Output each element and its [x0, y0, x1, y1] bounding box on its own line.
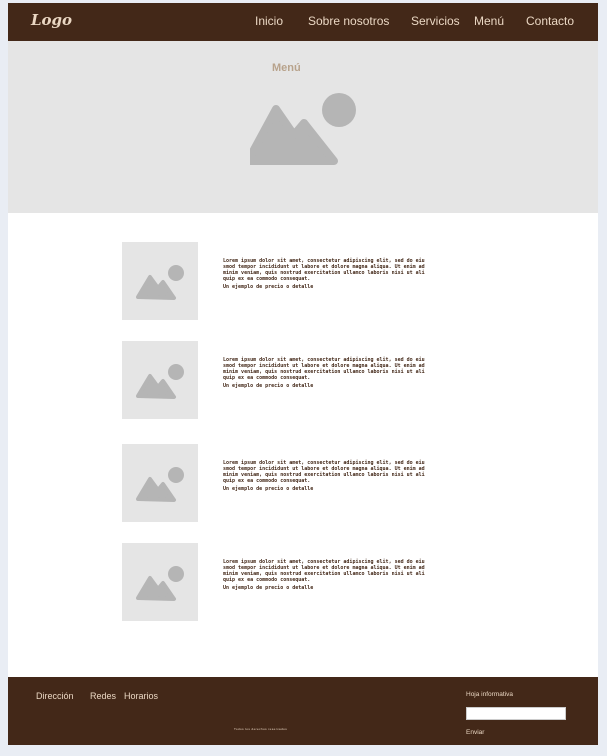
menu-item-text: Lorem ipsum dolor sit amet, consectetur … — [223, 258, 425, 282]
footer-link-redes[interactable]: Redes — [90, 691, 116, 701]
footer-link-horarios[interactable]: Horarios — [124, 691, 158, 701]
menu-item-description: Lorem ipsum dolor sit amet, consectetur … — [223, 460, 427, 492]
hero-title: Menú — [272, 62, 301, 74]
menu-item-meta: Un ejemplo de precio o detalle — [223, 486, 314, 492]
menu-item-meta: Un ejemplo de precio o detalle — [223, 585, 314, 591]
logo[interactable]: Logo — [31, 11, 72, 29]
menu-item-meta: Un ejemplo de precio o detalle — [223, 284, 314, 290]
menu-item-text: Lorem ipsum dolor sit amet, consectetur … — [223, 460, 425, 484]
nav-link-sobre-nosotros[interactable]: Sobre nosotros — [308, 14, 389, 28]
menu-item-text: Lorem ipsum dolor sit amet, consectetur … — [223, 357, 425, 381]
copyright-text: Todos los derechos reservados — [234, 727, 288, 731]
menu-item-description: Lorem ipsum dolor sit amet, consectetur … — [223, 258, 427, 290]
newsletter-label: Hoja informativa — [466, 691, 513, 698]
menu-item-description: Lorem ipsum dolor sit amet, consectetur … — [223, 357, 427, 389]
nav-link-contacto[interactable]: Contacto — [526, 14, 574, 28]
menu-item-description: Lorem ipsum dolor sit amet, consectetur … — [223, 559, 427, 591]
menu-item-image — [122, 242, 198, 320]
menu-item-meta: Un ejemplo de precio o detalle — [223, 383, 314, 389]
menu-item-image — [122, 341, 198, 419]
page: Logo Inicio Sobre nosotros Servicios Men… — [8, 3, 598, 745]
navbar: Logo Inicio Sobre nosotros Servicios Men… — [8, 3, 598, 41]
menu-item-image — [122, 543, 198, 621]
nav-link-servicios[interactable]: Servicios — [411, 14, 460, 28]
footer: Dirección Redes Horarios Hoja informativ… — [8, 677, 598, 745]
nav-link-menu[interactable]: Menú — [474, 14, 504, 28]
image-placeholder-icon — [250, 93, 356, 165]
hero-banner: Menú — [8, 41, 598, 213]
menu-item-text: Lorem ipsum dolor sit amet, consectetur … — [223, 559, 425, 583]
footer-link-direccion[interactable]: Dirección — [36, 691, 74, 701]
image-placeholder-icon — [136, 265, 184, 300]
image-placeholder-icon — [136, 467, 184, 502]
send-button[interactable]: Enviar — [466, 729, 484, 736]
image-placeholder-icon — [136, 364, 184, 399]
newsletter-email-input[interactable] — [466, 707, 566, 720]
nav-link-inicio[interactable]: Inicio — [255, 14, 283, 28]
menu-item-image — [122, 444, 198, 522]
image-placeholder-icon — [136, 566, 184, 601]
